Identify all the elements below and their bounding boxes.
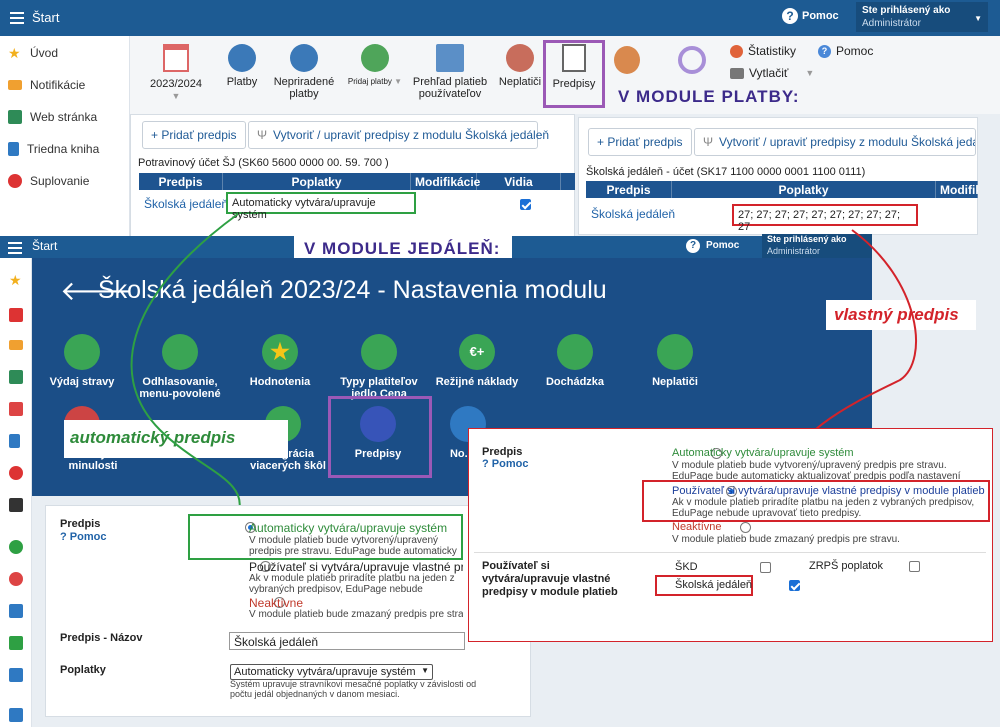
- fees-select-value: Automaticky vytvára/upravuje systém: [234, 666, 416, 678]
- radio-inactive-label-2[interactable]: Neaktívne: [672, 521, 722, 533]
- radio-inactive-2[interactable]: [740, 522, 752, 533]
- chevron-down-icon: ▼: [421, 666, 429, 675]
- predpis-label: Predpis: [60, 518, 101, 530]
- checkbox-skd-label[interactable]: ŠKD: [675, 561, 698, 573]
- radio-own-desc: Ak v module platieb priradíte platbu na …: [249, 573, 455, 595]
- checkbox-zrps[interactable]: [908, 561, 920, 572]
- help-link-2[interactable]: ? Pomoc: [482, 458, 528, 470]
- divider: [474, 552, 986, 553]
- radio-own-label[interactable]: Používateľ si vytvára/upravuje vlastné p…: [249, 560, 463, 574]
- radio-inactive-label[interactable]: Neaktívne: [249, 596, 303, 610]
- predpis-label-2: Predpis: [482, 446, 523, 458]
- name-label: Predpis - Názov: [60, 632, 143, 644]
- radio-inactive-desc-2: V module platieb bude zmazaný predpis pr…: [672, 534, 900, 545]
- help-link[interactable]: ? Pomoc: [60, 531, 106, 543]
- name-input[interactable]: Školská jedáleň: [229, 632, 465, 650]
- radio-auto-label-2[interactable]: Automaticky vytvára/upravuje systém: [672, 447, 854, 459]
- checkbox-sj-label[interactable]: Školská jedáleň: [675, 579, 752, 591]
- checkbox-sj[interactable]: [789, 580, 801, 591]
- radio-own-label-2[interactable]: Používateľ si vytvára/upravuje vlastné p…: [672, 485, 985, 497]
- radio-auto-label[interactable]: Automaticky vytvára/upravuje systém: [249, 521, 447, 535]
- own-label: Používateľ si vytvára/upravuje vlastné p…: [482, 560, 618, 598]
- fees-label: Poplatky: [60, 664, 106, 676]
- checkbox-skd[interactable]: [760, 562, 772, 573]
- checkbox-zrps-label[interactable]: ZRPŠ poplatok: [809, 560, 883, 572]
- radio-auto-desc-2: V module platieb bude vytvorený/upravený…: [672, 460, 961, 480]
- fees-desc: Systém upravuje stravníkovi mesačné popl…: [230, 679, 477, 699]
- radio-auto-desc: V module platieb bude vytvorený/upravený…: [249, 535, 457, 557]
- radio-inactive-desc: V module platieb bude zmazaný predpis pr…: [249, 609, 463, 620]
- radio-own-desc-2: Ak v module platieb priradíte platbu na …: [672, 497, 975, 519]
- fees-select[interactable]: Automaticky vytvára/upravuje systém ▼: [230, 664, 433, 680]
